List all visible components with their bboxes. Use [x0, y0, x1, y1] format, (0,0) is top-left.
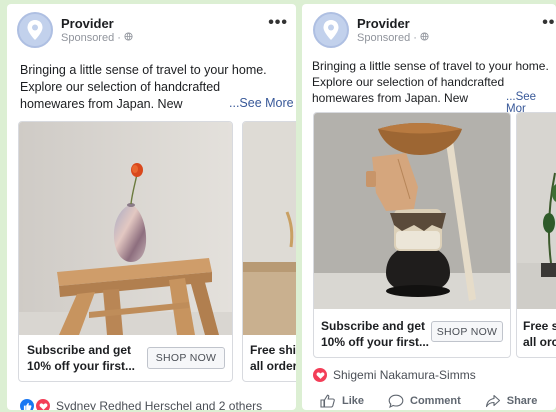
carousel-card[interactable]: Free s all orc [516, 112, 556, 358]
post-actions-bar: Like Comment Share [320, 394, 556, 408]
reactions-summary[interactable]: Sydney Redhed Herschel and 2 others [20, 399, 262, 410]
reactions-text: Shigemi Nakamura-Simms [333, 368, 476, 382]
carousel-card[interactable]: Free shi all order [242, 121, 296, 382]
love-reaction-icon [313, 368, 327, 382]
more-options-icon[interactable]: ••• [542, 14, 556, 32]
love-reaction-icon [36, 399, 50, 410]
ad-post-card: Provider Sponsored · ••• Bringing a litt… [7, 4, 296, 410]
like-button[interactable]: Like [320, 394, 364, 408]
carousel-card[interactable]: Subscribe and get 10% off your first... … [313, 112, 511, 358]
post-header: Provider Sponsored · [17, 12, 133, 48]
post-text-line: Bringing a little sense of travel to you… [312, 59, 549, 73]
see-more-link[interactable]: ...See More [229, 96, 294, 110]
ad-post-card: Provider Sponsored · ••• Bringing a litt… [302, 4, 556, 410]
carousel-card[interactable]: Subscribe and get 10% off your first... … [18, 121, 233, 382]
cta-text: Free shi all order [250, 343, 296, 373]
share-button[interactable]: Share [485, 394, 537, 408]
post-text-line: Explore our selection of handcrafted [20, 80, 221, 94]
cta-text: Subscribe and get 10% off your first... [27, 343, 136, 373]
post-header: Provider Sponsored · [313, 12, 429, 48]
sponsored-label: Sponsored · [357, 31, 429, 45]
map-pin-icon [27, 20, 43, 40]
globe-icon [420, 31, 429, 41]
provider-name[interactable]: Provider [357, 16, 429, 31]
cta-text: Subscribe and get 10% off your first... [321, 319, 430, 349]
globe-icon [124, 31, 133, 41]
cta-text: Free s all orc [523, 319, 556, 349]
map-pin-icon [323, 20, 339, 40]
avatar[interactable] [17, 12, 53, 48]
product-image-ceramics [314, 113, 510, 309]
comment-button[interactable]: Comment [388, 394, 461, 408]
product-image-vase [19, 122, 232, 335]
post-text-line: Bringing a little sense of travel to you… [20, 63, 267, 77]
share-arrow-icon [485, 394, 500, 408]
shop-now-button[interactable]: SHOP NOW [147, 347, 225, 369]
provider-name[interactable]: Provider [61, 16, 133, 31]
shop-now-button[interactable]: SHOP NOW [431, 321, 503, 342]
like-reaction-icon [20, 399, 34, 410]
post-text-line: Explore our selection of handcrafted [312, 75, 505, 89]
reactions-summary[interactable]: Shigemi Nakamura-Simms [313, 368, 476, 382]
product-image-partial [243, 122, 296, 335]
more-options-icon[interactable]: ••• [268, 14, 288, 32]
avatar[interactable] [313, 12, 349, 48]
product-image-plant [517, 113, 556, 309]
reactions-text: Sydney Redhed Herschel and 2 others [56, 399, 263, 410]
sponsored-label: Sponsored · [61, 31, 133, 45]
thumbs-up-icon [320, 394, 335, 408]
comment-icon [388, 394, 404, 408]
